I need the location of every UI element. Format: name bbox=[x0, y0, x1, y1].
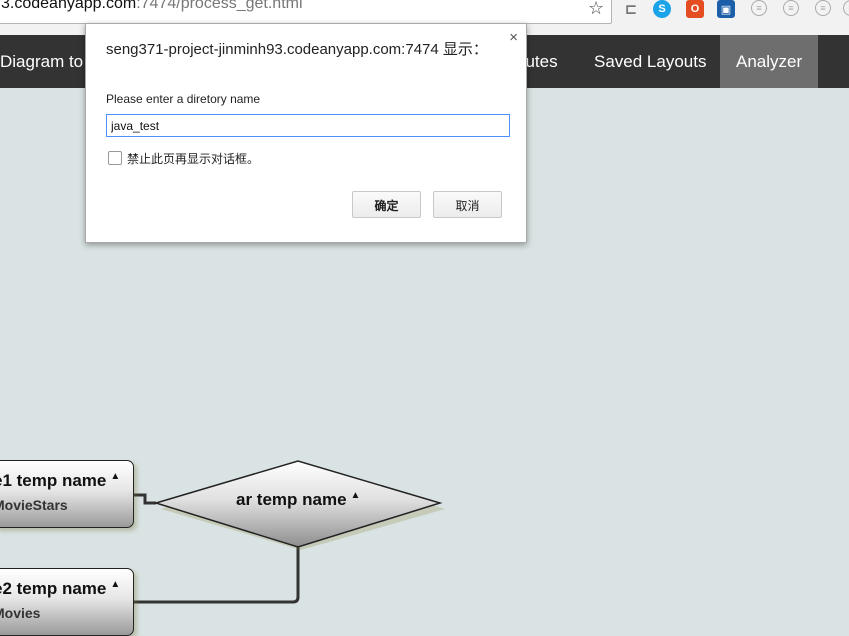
relationship-label: ar temp name ▲ bbox=[236, 490, 361, 509]
c-extension-icon[interactable]: ⊏ bbox=[622, 0, 640, 18]
grey-extension-icon[interactable]: ≡ bbox=[815, 0, 831, 16]
prompt-dialog: × seng371-project-jinminh93.codeanyapp.c… bbox=[85, 23, 527, 243]
close-icon[interactable]: × bbox=[509, 29, 518, 46]
office-icon[interactable]: O bbox=[686, 0, 704, 18]
directory-name-input[interactable] bbox=[106, 114, 510, 137]
dialog-message: Please enter a diretory name bbox=[106, 92, 261, 106]
entity-title: e2 temp name ▲ bbox=[0, 579, 121, 598]
nav-saved-layouts[interactable]: Saved Layouts bbox=[578, 35, 722, 88]
suppress-dialogs-label: 禁止此页再显示对话框。 bbox=[127, 152, 260, 166]
suppress-dialogs-checkbox[interactable] bbox=[108, 151, 122, 165]
entity-title: e1 temp name ▲ bbox=[0, 471, 121, 490]
grey-extension-icon[interactable]: ≡ bbox=[751, 0, 767, 16]
connector-line bbox=[133, 547, 300, 604]
tool-extension-icon[interactable]: ▣ bbox=[717, 0, 735, 18]
grey-extension-icon[interactable]: ≡ bbox=[783, 0, 799, 16]
entity-box[interactable]: e1 temp name ▲ MovieStars bbox=[0, 460, 134, 528]
bookmark-star-icon[interactable]: ☆ bbox=[588, 0, 604, 19]
collapse-triangle-icon: ▲ bbox=[110, 471, 121, 482]
connector-line bbox=[133, 493, 156, 505]
dialog-title: seng371-project-jinminh93.codeanyapp.com… bbox=[106, 41, 488, 58]
grey-extension-icon[interactable]: ≡ bbox=[843, 0, 849, 16]
address-bar[interactable]: 3.codeanyapp.com:7474/process_get.html bbox=[0, 0, 612, 24]
cancel-button[interactable]: 取消 bbox=[433, 191, 502, 218]
ok-button[interactable]: 确定 bbox=[352, 191, 421, 218]
entity-box[interactable]: e2 temp name▲ Movies bbox=[0, 568, 134, 636]
entity-subtitle: MovieStars bbox=[0, 497, 68, 513]
skype-icon[interactable]: S bbox=[653, 0, 671, 18]
collapse-triangle-icon: ▲ bbox=[350, 490, 361, 501]
entity-subtitle: Movies bbox=[0, 605, 41, 621]
collapse-triangle-icon: ▲ bbox=[110, 579, 121, 590]
url-text: 3.codeanyapp.com:7474/process_get.html bbox=[1, 0, 303, 12]
nav-analyzer[interactable]: Analyzer bbox=[720, 35, 819, 88]
